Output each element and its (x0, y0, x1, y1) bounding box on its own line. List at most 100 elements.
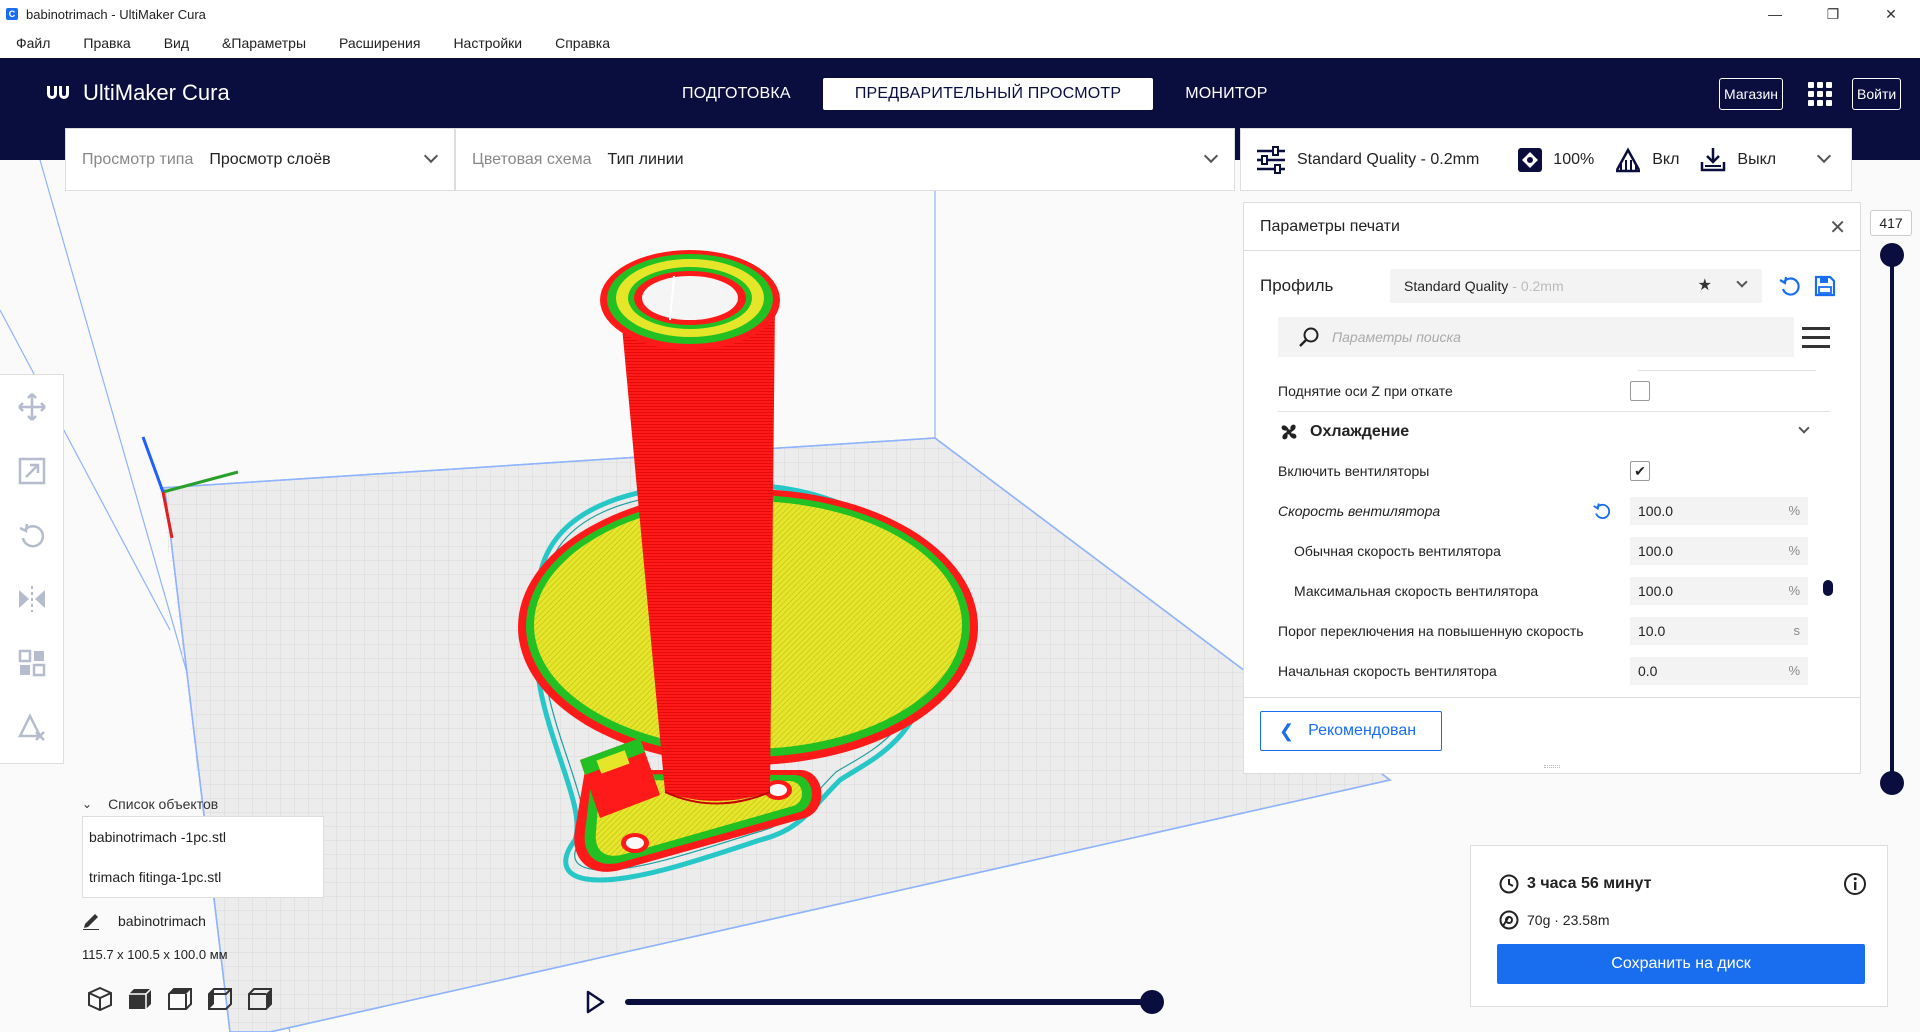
list-item[interactable]: trimach fitinga-1pc.stl (83, 857, 323, 897)
tube-hole (642, 276, 738, 320)
chevron-left-icon: ❮ (1279, 720, 1295, 741)
star-icon[interactable]: ★ (1698, 275, 1712, 295)
support-blocker-button[interactable] (0, 695, 64, 759)
list-item[interactable]: babinotrimach -1pc.stl (83, 817, 323, 857)
view-front-button[interactable] (120, 984, 160, 1014)
view-3d-button[interactable] (80, 984, 120, 1014)
category-cooling-label: Охлаждение (1310, 422, 1410, 440)
window-title: babinotrimach - UltiMaker Cura (26, 6, 206, 22)
chevron-down-icon (1736, 276, 1748, 288)
settings-list[interactable]: Поднятие оси Z при откате Охлаждение Вкл… (1278, 365, 1830, 695)
chevron-down-icon (1816, 148, 1832, 164)
search-icon (1299, 327, 1319, 347)
menu-help[interactable]: Справка (555, 35, 610, 51)
z-axis-indicator (141, 436, 165, 493)
menu-file[interactable]: Файл (16, 35, 50, 51)
layer-slider-track[interactable] (1890, 255, 1894, 785)
reset-setting-icon[interactable] (1592, 501, 1612, 521)
reset-profile-icon[interactable] (1778, 274, 1802, 298)
close-icon[interactable]: ✕ (1829, 215, 1846, 240)
tool-rail (0, 374, 64, 764)
threshold-input[interactable]: 10.0 s (1630, 617, 1808, 645)
info-icon[interactable] (1843, 872, 1867, 896)
initial-fan-value: 0.0 (1638, 663, 1658, 679)
layer-number-input[interactable]: 417 (1870, 210, 1912, 236)
marketplace-button[interactable]: Магазин (1719, 78, 1784, 110)
mirror-tool-button[interactable] (0, 567, 64, 631)
rotate-tool-button[interactable] (0, 503, 64, 567)
project-name-row[interactable]: babinotrimach (82, 912, 206, 930)
enable-fans-checkbox[interactable]: ✔ (1630, 461, 1650, 481)
view-type-selector[interactable]: Просмотр типа Просмотр слоёв (65, 128, 455, 191)
clock-icon (1499, 874, 1519, 894)
settings-search-input[interactable]: Параметры поиска (1278, 317, 1794, 357)
apps-grid-icon[interactable] (1808, 82, 1832, 106)
print-profile-text: Standard Quality - 0.2mm (1297, 150, 1480, 168)
print-time: 3 часа 56 минут (1527, 875, 1652, 892)
unit-label: % (1788, 503, 1800, 518)
setting-row-initial-fan: Начальная скорость вентилятора 0.0 % (1278, 651, 1830, 691)
settings-scrollbar[interactable] (1823, 580, 1833, 596)
tab-monitor[interactable]: МОНИТОР (1153, 78, 1299, 110)
tab-preview[interactable]: ПРЕДВАРИТЕЛЬНЫЙ ПРОСМОТР (822, 78, 1154, 110)
move-tool-button[interactable] (0, 375, 64, 439)
per-model-settings-button[interactable] (0, 631, 64, 695)
chevron-down-icon (1798, 422, 1810, 434)
object-list-toggle[interactable]: ⌄ Список объектов (82, 796, 218, 812)
material-usage: 70g · 23.58m (1527, 912, 1610, 928)
initial-fan-input[interactable]: 0.0 % (1630, 657, 1808, 685)
support-icon (1616, 146, 1641, 172)
view-left-button[interactable] (200, 984, 240, 1014)
settings-visibility-menu-icon[interactable] (1802, 327, 1830, 349)
path-slider-handle[interactable] (1140, 990, 1164, 1014)
recommended-button-label: Рекомендован (1308, 722, 1417, 739)
regular-fan-input[interactable]: 100.0 % (1630, 537, 1808, 565)
menu-settings[interactable]: &Параметры (222, 35, 306, 51)
unit-label: % (1788, 583, 1800, 598)
save-profile-icon[interactable] (1814, 275, 1836, 297)
play-icon[interactable] (585, 990, 605, 1014)
object-list-label: Список объектов (108, 796, 219, 812)
recommended-mode-button[interactable]: ❮ Рекомендован (1260, 711, 1442, 751)
profile-suffix: - 0.2mm (1512, 278, 1564, 294)
cube-front-icon (129, 988, 152, 1009)
layer-slider-lower-handle[interactable] (1880, 771, 1904, 795)
menu-preferences[interactable]: Настройки (453, 35, 522, 51)
color-scheme-selector[interactable]: Цветовая схема Тип линии (455, 128, 1235, 191)
layer-slider-upper-handle[interactable] (1880, 243, 1904, 267)
close-window-button[interactable]: ✕ (1862, 0, 1920, 28)
minimize-button[interactable]: — (1746, 0, 1804, 28)
setting-label: Включить вентиляторы (1278, 463, 1430, 479)
panel-resize-handle[interactable] (1544, 765, 1560, 768)
tab-prepare[interactable]: ПОДГОТОВКА (650, 78, 823, 110)
spool-icon (1499, 910, 1519, 930)
save-to-disk-button[interactable]: Сохранить на диск (1497, 944, 1865, 984)
rotate-icon (19, 523, 45, 548)
cube-right-icon (248, 988, 272, 1010)
max-fan-input[interactable]: 100.0 % (1630, 577, 1808, 605)
view-right-button[interactable] (240, 984, 280, 1014)
project-name: babinotrimach (118, 913, 206, 929)
z-hop-checkbox[interactable] (1630, 381, 1650, 401)
menu-view[interactable]: Вид (164, 35, 189, 51)
path-slider-track[interactable] (625, 999, 1155, 1005)
setting-row-z-hop: Поднятие оси Z при откате (1278, 371, 1830, 411)
unit-label: % (1788, 663, 1800, 678)
print-settings-panel: Параметры печати ✕ Профиль Standard Qual… (1243, 202, 1861, 774)
threshold-value: 10.0 (1638, 623, 1666, 639)
unit-label: s (1793, 623, 1801, 638)
profile-dropdown[interactable]: Standard Quality - 0.2mm ★ (1390, 269, 1762, 303)
profile-row: Профиль Standard Quality - 0.2mm ★ (1260, 269, 1836, 303)
sign-in-button[interactable]: Войти (1852, 78, 1902, 110)
category-cooling[interactable]: Охлаждение (1278, 411, 1830, 451)
print-setup-selector[interactable]: Standard Quality - 0.2mm 100% Вкл Выкл (1240, 128, 1852, 191)
menu-extensions[interactable]: Расширения (339, 35, 420, 51)
setting-row-enable-fans: Включить вентиляторы ✔ (1278, 451, 1830, 491)
fan-speed-input[interactable]: 100.0 % (1630, 497, 1808, 525)
adhesion-summary: Выкл (1699, 146, 1776, 174)
maximize-button[interactable]: ❐ (1804, 0, 1862, 28)
menu-edit[interactable]: Правка (83, 35, 130, 51)
infill-summary: 100% (1517, 147, 1594, 173)
scale-tool-button[interactable] (0, 439, 64, 503)
view-top-button[interactable] (160, 984, 200, 1014)
